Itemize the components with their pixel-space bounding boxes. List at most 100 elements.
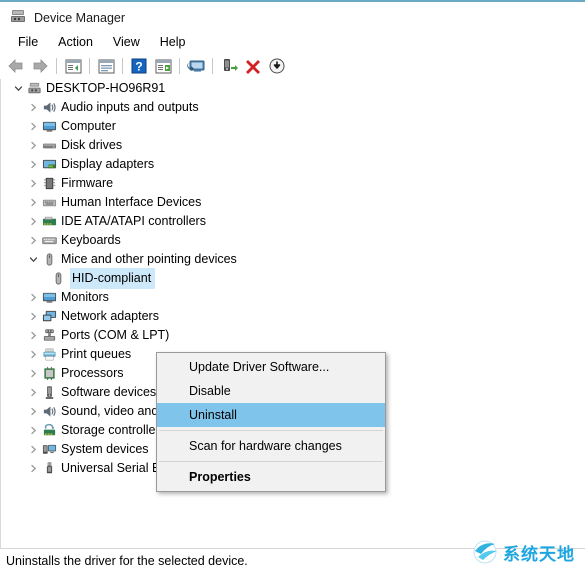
chevron-right-icon[interactable] <box>26 421 40 440</box>
tree-item-display-adapters[interactable]: Display adapters <box>1 155 585 174</box>
tree-item-label: Processors <box>61 366 124 380</box>
menu-action[interactable]: Action <box>48 33 103 51</box>
tree-item-keyboards[interactable]: Keyboards <box>1 231 585 250</box>
tree-item-label: System devices <box>61 442 149 456</box>
window-title: Device Manager <box>34 10 126 25</box>
title-bar: Device Manager <box>0 0 585 33</box>
firmware-chip-icon <box>40 174 58 193</box>
chevron-right-icon[interactable] <box>26 364 40 383</box>
scan-hardware-changes-icon[interactable] <box>184 55 208 77</box>
ide-controller-icon <box>40 212 58 231</box>
forward-icon[interactable] <box>28 55 52 77</box>
menu-file[interactable]: File <box>8 33 48 51</box>
tree-item-label: Storage controllers <box>61 423 166 437</box>
tree-item-network-adapters[interactable]: Network adapters <box>1 307 585 326</box>
chevron-right-icon[interactable] <box>26 326 40 345</box>
chevron-right-icon[interactable] <box>26 459 40 478</box>
disable-device-icon[interactable] <box>265 55 289 77</box>
tree-item-label: Print queues <box>61 347 132 361</box>
toolbar-separator <box>56 58 57 74</box>
tree-item-label: Firmware <box>61 176 114 190</box>
chevron-right-icon[interactable] <box>26 288 40 307</box>
context-menu-item-disable[interactable]: Disable <box>157 379 385 403</box>
storage-controller-icon <box>40 421 58 440</box>
tree-item-label: Mice and other pointing devices <box>61 252 237 266</box>
tree-item-label: DESKTOP-HO96R91 <box>46 81 166 95</box>
monitor-icon <box>40 288 58 307</box>
help-icon[interactable]: ? <box>127 55 151 77</box>
tree-item-label: Keyboards <box>61 233 121 247</box>
tree-item-human-interface-devices[interactable]: Human Interface Devices <box>1 193 585 212</box>
tree-item-mice-and-other-pointing-devices[interactable]: Mice and other pointing devices <box>1 250 585 269</box>
speaker-icon <box>40 402 58 421</box>
update-driver-icon[interactable] <box>151 55 175 77</box>
menu-help[interactable]: Help <box>150 33 196 51</box>
keyboard-icon <box>40 231 58 250</box>
tree-item-label: Disk drives <box>61 138 123 152</box>
chevron-right-icon[interactable] <box>26 174 40 193</box>
toolbar-separator <box>212 58 213 74</box>
chevron-right-icon[interactable] <box>26 440 40 459</box>
display-adapter-icon <box>40 155 58 174</box>
context-menu-item-uninstall[interactable]: Uninstall <box>157 403 385 427</box>
chevron-right-icon[interactable] <box>26 117 40 136</box>
usb-icon <box>40 459 58 478</box>
chevron-right-icon[interactable] <box>26 231 40 250</box>
tree-item-disk-drives[interactable]: Disk drives <box>1 136 585 155</box>
menu-bar: File Action View Help <box>0 31 585 53</box>
tree-item-label: Human Interface Devices <box>61 195 202 209</box>
tree-item-label: Audio inputs and outputs <box>61 100 199 114</box>
tree-item-computer[interactable]: Computer <box>1 117 585 136</box>
uninstall-device-icon[interactable] <box>241 55 265 77</box>
system-device-icon <box>40 440 58 459</box>
toolbar-separator <box>122 58 123 74</box>
tree-item-audio-inputs-and-outputs[interactable]: Audio inputs and outputs <box>1 98 585 117</box>
mouse-icon <box>40 250 58 269</box>
context-menu[interactable]: Update Driver Software... Disable Uninst… <box>156 352 386 492</box>
tree-item-label: HID-compliant <box>72 271 152 285</box>
chevron-right-icon[interactable] <box>26 136 40 155</box>
chevron-right-icon[interactable] <box>26 98 40 117</box>
network-adapter-icon <box>40 307 58 326</box>
tree-item-label: Display adapters <box>61 157 155 171</box>
chevron-right-icon[interactable] <box>26 193 40 212</box>
enable-device-icon[interactable] <box>217 55 241 77</box>
chevron-right-icon[interactable] <box>26 345 40 364</box>
tree-item-firmware[interactable]: Firmware <box>1 174 585 193</box>
device-manager-window: Device Manager File Action View Help ? D… <box>0 0 585 573</box>
context-menu-item-scan-for-hardware-changes[interactable]: Scan for hardware changes <box>157 434 385 458</box>
monitor-icon <box>40 117 58 136</box>
tree-item-label: Network adapters <box>61 309 159 323</box>
back-icon[interactable] <box>4 55 28 77</box>
computer-root-icon <box>25 79 43 98</box>
properties-icon[interactable] <box>94 55 118 77</box>
chevron-down-icon[interactable] <box>26 250 40 269</box>
tree-item-monitors[interactable]: Monitors <box>1 288 585 307</box>
device-manager-icon <box>10 8 26 27</box>
chevron-right-icon[interactable] <box>26 307 40 326</box>
tree-root-desktop[interactable]: DESKTOP-HO96R91 <box>1 79 585 98</box>
chevron-right-icon[interactable] <box>26 383 40 402</box>
tree-item-ide-ata-atapi-controllers[interactable]: IDE ATA/ATAPI controllers <box>1 212 585 231</box>
tree-item-selected-highlight: HID-compliant <box>70 268 156 289</box>
tree-item-label: Ports (COM & LPT) <box>61 328 170 342</box>
software-device-icon <box>40 383 58 402</box>
chevron-right-icon[interactable] <box>26 212 40 231</box>
context-menu-separator <box>159 461 383 462</box>
toolbar: ? <box>0 53 585 80</box>
context-menu-item-properties[interactable]: Properties <box>157 465 385 489</box>
device-tree[interactable]: DESKTOP-HO96R91 Audio inputs and outputs <box>0 79 585 548</box>
context-menu-separator <box>159 430 383 431</box>
tree-item-hid-compliant-device[interactable]: HID-compliant <box>1 268 585 289</box>
chevron-right-icon[interactable] <box>26 402 40 421</box>
show-hide-console-tree-icon[interactable] <box>61 55 85 77</box>
chevron-right-icon[interactable] <box>26 155 40 174</box>
tree-item-ports-com-and-lpt[interactable]: Ports (COM & LPT) <box>1 326 585 345</box>
chevron-down-icon[interactable] <box>11 79 25 98</box>
svg-text:?: ? <box>135 60 142 74</box>
context-menu-item-update-driver-software[interactable]: Update Driver Software... <box>157 355 385 379</box>
toolbar-separator <box>179 58 180 74</box>
menu-view[interactable]: View <box>103 33 150 51</box>
processor-icon <box>40 364 58 383</box>
speaker-icon <box>40 98 58 117</box>
